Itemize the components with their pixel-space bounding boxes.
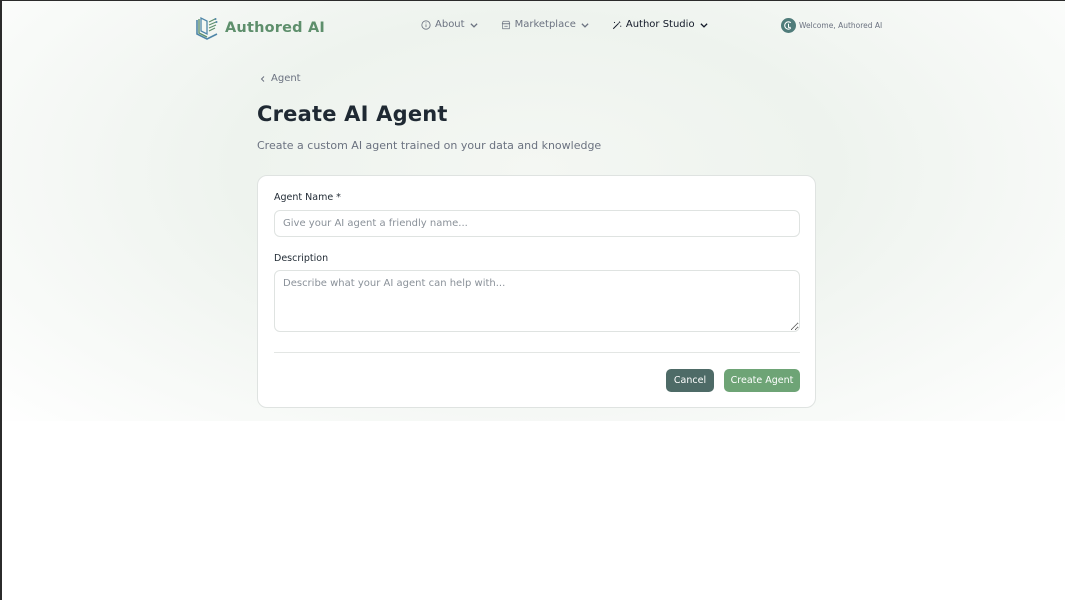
breadcrumb-back-link[interactable]: Agent: [259, 73, 301, 84]
nav-item-about[interactable]: About: [421, 19, 479, 30]
agent-name-input[interactable]: [274, 210, 800, 237]
description-textarea[interactable]: [274, 270, 800, 332]
breadcrumb-label: Agent: [271, 73, 301, 84]
page-title: Create AI Agent: [257, 102, 448, 126]
form-divider: [274, 352, 800, 353]
avatar: [781, 18, 796, 33]
brand-name: Authored AI: [225, 20, 325, 36]
user-menu[interactable]: Welcome, Authored AI: [781, 18, 882, 33]
nav-item-marketplace[interactable]: Marketplace: [501, 19, 590, 30]
nav-item-author-studio[interactable]: Author Studio: [612, 19, 709, 30]
create-agent-button[interactable]: Create Agent: [724, 369, 800, 392]
store-icon: [501, 20, 510, 29]
chevron-left-icon: [260, 75, 265, 82]
chevron-down-icon: [699, 22, 708, 28]
chevron-down-icon: [581, 22, 589, 28]
top-header: Authored AI About Marketplace Author Stu…: [2, 1, 1065, 53]
book-logo-icon: [196, 16, 218, 40]
nav-item-label: Author Studio: [625, 19, 695, 30]
chevron-down-icon: [470, 22, 478, 28]
magic-wand-icon: [612, 20, 622, 29]
agent-name-label: Agent Name *: [274, 192, 341, 203]
main-nav: About Marketplace Author Studio: [421, 19, 709, 30]
user-logo-icon: [784, 21, 792, 30]
create-agent-form: Agent Name * Description Cancel Create A…: [257, 175, 816, 408]
nav-item-label: Marketplace: [514, 19, 576, 30]
nav-item-label: About: [435, 19, 465, 30]
info-icon: [421, 19, 431, 30]
description-label: Description: [274, 253, 329, 264]
page-subtitle: Create a custom AI agent trained on your…: [257, 139, 602, 152]
welcome-text: Welcome, Authored AI: [799, 21, 883, 30]
brand-logo[interactable]: Authored AI: [195, 16, 325, 40]
cancel-button[interactable]: Cancel: [666, 369, 714, 392]
